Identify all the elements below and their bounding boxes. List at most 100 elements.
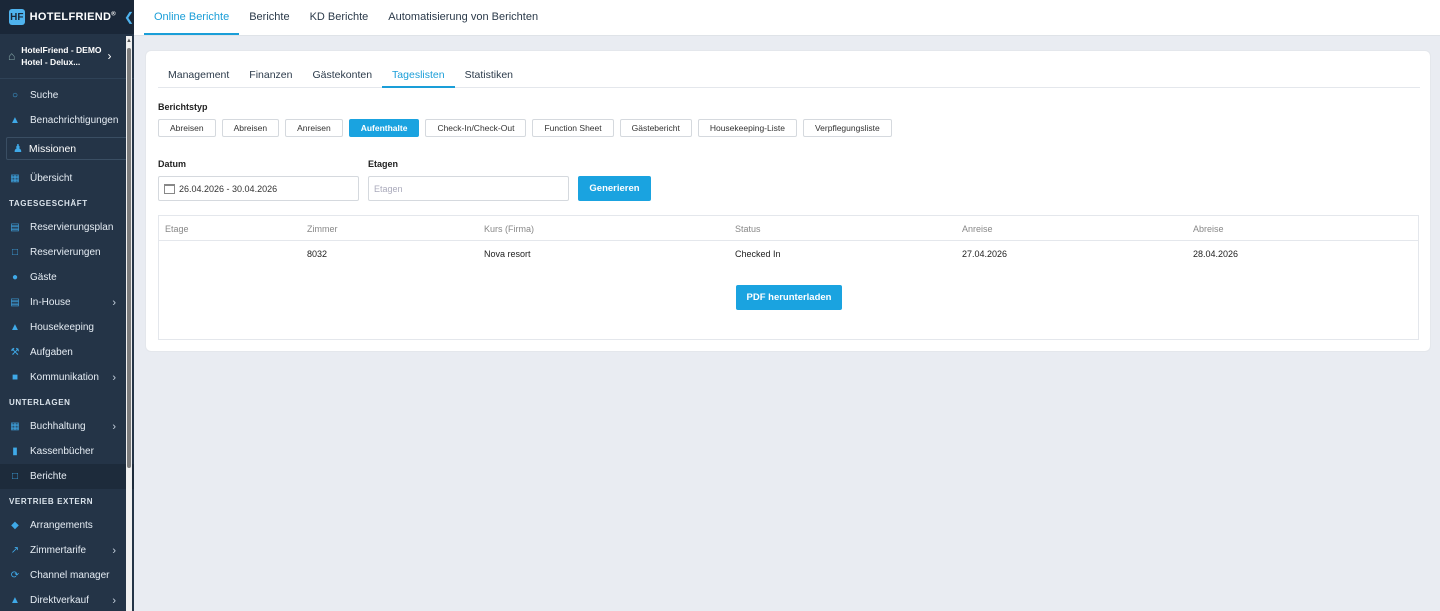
sidebar-item-channel-manager[interactable]: ⟳ Channel manager xyxy=(0,563,134,588)
chevron-right-icon: › xyxy=(112,594,116,607)
cart-icon: ▤ xyxy=(10,296,20,308)
calendar-icon xyxy=(164,183,175,194)
chevron-right-icon: › xyxy=(112,371,116,384)
subtab-finanzen[interactable]: Finanzen xyxy=(239,63,302,88)
report-type-option[interactable]: Anreisen xyxy=(285,119,343,137)
etagen-input[interactable]: Etagen xyxy=(368,176,569,201)
subtab-gaestekonten[interactable]: Gästekonten xyxy=(303,63,383,88)
table-row: 8032 Nova resort Checked In 27.04.2026 2… xyxy=(159,241,1418,266)
search-icon: ○ xyxy=(11,89,19,101)
sidebar-item-berichte[interactable]: □ Berichte xyxy=(0,464,134,489)
sidebar-item-housekeeping[interactable]: ▲ Housekeeping xyxy=(0,315,134,340)
sidebar-item-reservierungsplan[interactable]: ▤ Reservierungsplan xyxy=(0,215,134,240)
etagen-label: Etagen xyxy=(368,159,399,169)
chevron-right-icon: › xyxy=(112,544,116,557)
sidebar-item-notifications[interactable]: ▲ Benachrichtigungen xyxy=(0,108,134,133)
chart-icon: ↗ xyxy=(10,544,20,556)
section-tagesgeschaeft: TAGESGESCHÄFT xyxy=(9,198,88,208)
cell-anreise: 27.04.2026 xyxy=(962,248,1008,259)
logo-text: HOTELFRIEND® xyxy=(29,11,116,23)
report-subtabs: Management Finanzen Gästekonten Tageslis… xyxy=(158,63,1420,88)
generate-button[interactable]: Generieren xyxy=(578,176,651,201)
report-type-option[interactable]: Check-In/Check-Out xyxy=(425,119,527,137)
tab-berichte[interactable]: Berichte xyxy=(239,0,299,35)
calendar-grid-icon: ▤ xyxy=(10,221,20,233)
subtab-statistiken[interactable]: Statistiken xyxy=(455,63,523,88)
report-type-option-selected[interactable]: Aufenthalte xyxy=(348,119,420,137)
hotel-name: HotelFriend - DEMO Hotel - Delux... xyxy=(21,45,102,67)
chevron-right-icon: › xyxy=(112,296,116,309)
column-header-zimmer[interactable]: Zimmer xyxy=(307,216,338,241)
missions-button[interactable]: ♟ Missionen xyxy=(6,137,128,160)
pdf-download-button[interactable]: PDF herunterladen xyxy=(736,285,842,310)
cell-zimmer: 8032 xyxy=(307,248,328,259)
missions-icon: ♟ xyxy=(13,143,23,155)
sidebar-item-reservierungen[interactable]: □ Reservierungen xyxy=(0,240,134,265)
sidebar-scrollbar[interactable]: ▲ xyxy=(126,36,132,611)
report-icon: □ xyxy=(11,470,19,482)
top-navigation: Online Berichte Berichte KD Berichte Aut… xyxy=(134,0,1440,36)
results-table: Etage Zimmer Kurs (Firma) Status Anreise… xyxy=(158,215,1419,340)
scrollbar-thumb[interactable] xyxy=(127,48,131,468)
report-card: Management Finanzen Gästekonten Tageslis… xyxy=(145,50,1431,352)
section-vertrieb: VERTRIEB EXTERN xyxy=(9,496,94,506)
logo-icon: HF xyxy=(9,9,25,25)
subtab-tageslisten[interactable]: Tageslisten xyxy=(382,63,455,88)
sidebar-item-search[interactable]: ○ Suche xyxy=(0,83,134,108)
sidebar-item-overview[interactable]: ▦ Übersicht xyxy=(0,166,134,191)
sidebar-item-zimmertarife[interactable]: ↗ Zimmertarife › xyxy=(0,538,134,563)
date-range-input[interactable]: 26.04.2026 - 30.04.2026 xyxy=(158,176,359,201)
section-unterlagen: UNTERLAGEN xyxy=(9,397,71,407)
column-header-etage[interactable]: Etage xyxy=(165,216,189,241)
report-type-option[interactable]: Abreisen xyxy=(158,119,216,137)
sidebar-item-direktverkauf[interactable]: ▲ Direktverkauf › xyxy=(0,588,134,611)
report-type-option[interactable]: Housekeeping-Liste xyxy=(697,119,797,137)
bell-icon: ▲ xyxy=(10,114,20,126)
tab-online-berichte[interactable]: Online Berichte xyxy=(144,0,240,35)
sync-icon: ⟳ xyxy=(10,569,20,581)
sidebar-item-buchhaltung[interactable]: ▦ Buchhaltung › xyxy=(0,414,134,439)
subtab-management[interactable]: Management xyxy=(158,63,239,88)
hotel-selector[interactable]: ⌂ HotelFriend - DEMO Hotel - Delux... › xyxy=(0,34,134,79)
report-type-option[interactable]: Function Sheet xyxy=(532,119,614,137)
report-type-option[interactable]: Abreisen xyxy=(221,119,280,137)
sidebar-item-arrangements[interactable]: ◆ Arrangements xyxy=(0,513,134,538)
datum-label: Datum xyxy=(158,159,187,169)
sidebar-item-gaeste[interactable]: ● Gäste xyxy=(0,265,134,290)
cell-abreise: 28.04.2026 xyxy=(1193,248,1239,259)
broom-icon: ▲ xyxy=(10,321,20,333)
sidebar-item-kassenbuecher[interactable]: ▮ Kassenbücher xyxy=(0,439,134,464)
date-range-value: 26.04.2026 - 30.04.2026 xyxy=(179,183,278,194)
clipboard-icon: □ xyxy=(11,246,19,258)
column-header-status[interactable]: Status xyxy=(735,216,761,241)
cell-status: Checked In xyxy=(735,248,781,259)
report-type-label: Berichtstyp xyxy=(158,102,208,112)
dashboard-icon: ▦ xyxy=(10,172,20,184)
tag-icon: ◆ xyxy=(11,519,19,531)
user-icon: ● xyxy=(11,271,19,283)
tab-kd-berichte[interactable]: KD Berichte xyxy=(300,0,379,35)
column-header-abreise[interactable]: Abreise xyxy=(1193,216,1224,241)
book-icon: ▮ xyxy=(12,445,18,457)
cell-kurs: Nova resort xyxy=(484,248,531,259)
column-header-kurs[interactable]: Kurs (Firma) xyxy=(484,216,534,241)
sidebar-item-kommunikation[interactable]: ■ Kommunikation › xyxy=(0,365,134,390)
sidebar-item-aufgaben[interactable]: ⚒ Aufgaben xyxy=(0,340,134,365)
tab-automatisierung[interactable]: Automatisierung von Berichten xyxy=(378,0,548,35)
sidebar: HF HOTELFRIEND® ❮ ⌂ HotelFriend - DEMO H… xyxy=(0,0,134,611)
logo[interactable]: HF HOTELFRIEND® ❮ xyxy=(0,0,134,34)
scroll-up-icon[interactable]: ▲ xyxy=(126,38,132,44)
report-type-option[interactable]: Gästebericht xyxy=(619,119,692,137)
chat-icon: ■ xyxy=(11,371,19,383)
accounting-icon: ▦ xyxy=(10,420,20,432)
wrench-icon: ⚒ xyxy=(10,346,20,358)
column-header-anreise[interactable]: Anreise xyxy=(962,216,993,241)
sidebar-item-inhouse[interactable]: ▤ In-House › xyxy=(0,290,134,315)
report-type-buttons: Abreisen Abreisen Anreisen Aufenthalte C… xyxy=(158,119,892,137)
table-header: Etage Zimmer Kurs (Firma) Status Anreise… xyxy=(159,216,1418,241)
sales-icon: ▲ xyxy=(10,594,20,606)
etagen-placeholder: Etagen xyxy=(374,183,403,194)
collapse-sidebar-icon[interactable]: ❮ xyxy=(124,10,134,24)
home-icon: ⌂ xyxy=(8,49,16,63)
report-type-option[interactable]: Verpflegungsliste xyxy=(802,119,892,137)
